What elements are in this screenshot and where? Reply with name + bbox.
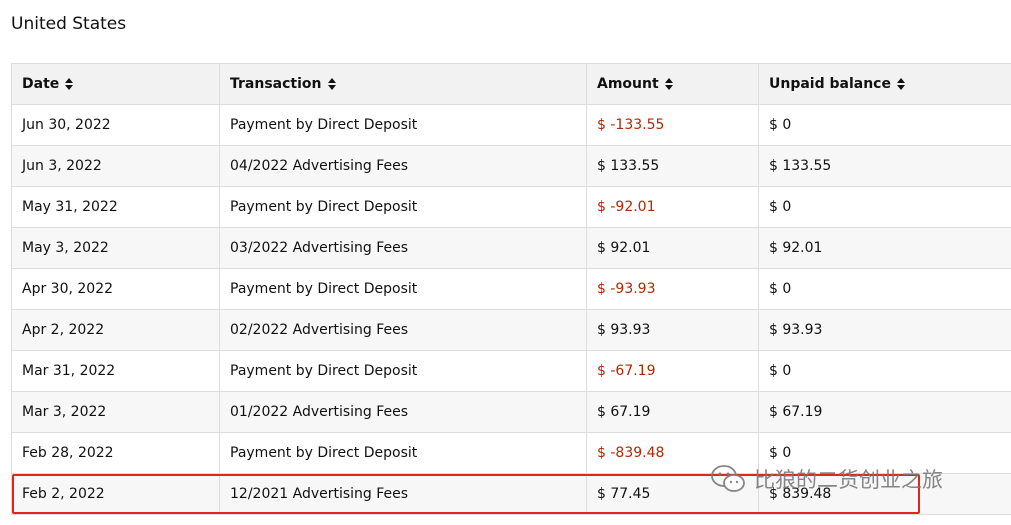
table-row: Jun 3, 2022 04/2022 Advertising Fees $ 133… bbox=[11, 145, 1011, 187]
column-header-amount[interactable]: Amount bbox=[586, 63, 759, 105]
sort-icon[interactable] bbox=[664, 78, 673, 90]
cell-transaction: Payment by Direct Deposit bbox=[219, 104, 587, 146]
cell-date: Jun 3, 2022 bbox=[11, 145, 220, 187]
table-row: Mar 31, 2022 Payment by Direct Deposit $ -… bbox=[11, 350, 1011, 392]
sort-icon[interactable] bbox=[327, 78, 336, 90]
table-row: May 31, 2022 Payment by Direct Deposit $ -… bbox=[11, 186, 1011, 228]
cell-amount: $ -67.19 bbox=[586, 350, 759, 392]
cell-amount: $ 133.55 bbox=[586, 145, 759, 187]
cell-amount: $ 77.45 bbox=[586, 473, 759, 515]
cell-unpaid-balance: $ 0 bbox=[758, 350, 1011, 392]
sort-icon[interactable] bbox=[65, 78, 74, 90]
cell-date: May 31, 2022 bbox=[11, 186, 220, 228]
cell-unpaid-balance: $ 0 bbox=[758, 104, 1011, 146]
cell-transaction: Payment by Direct Deposit bbox=[219, 432, 587, 474]
cell-date: Mar 3, 2022 bbox=[11, 391, 220, 433]
cell-transaction: Payment by Direct Deposit bbox=[219, 268, 587, 310]
cell-date: Feb 28, 2022 bbox=[11, 432, 220, 474]
cell-date: Apr 30, 2022 bbox=[11, 268, 220, 310]
table-row: Mar 3, 2022 01/2022 Advertising Fees $ 67.… bbox=[11, 391, 1011, 433]
table-row: Apr 2, 2022 02/2022 Advertising Fees $ 93.… bbox=[11, 309, 1011, 351]
table-row: Jun 30, 2022 Payment by Direct Deposit $ -… bbox=[11, 104, 1011, 146]
cell-transaction: 03/2022 Advertising Fees bbox=[219, 227, 587, 269]
cell-amount: $ 93.93 bbox=[586, 309, 759, 351]
cell-unpaid-balance: $ 0 bbox=[758, 432, 1011, 474]
transactions-table: Date Transaction Amount Unpaid balance J… bbox=[11, 63, 1011, 515]
cell-unpaid-balance: $ 67.19 bbox=[758, 391, 1011, 433]
cell-amount: $ -93.93 bbox=[586, 268, 759, 310]
sort-icon[interactable] bbox=[896, 78, 905, 90]
table-row: Feb 28, 2022 Payment by Direct Deposit $ -… bbox=[11, 432, 1011, 474]
cell-transaction: Payment by Direct Deposit bbox=[219, 186, 587, 228]
table-row: May 3, 2022 03/2022 Advertising Fees $ 92.… bbox=[11, 227, 1011, 269]
cell-amount: $ 67.19 bbox=[586, 391, 759, 433]
cell-transaction: 02/2022 Advertising Fees bbox=[219, 309, 587, 351]
cell-amount: $ 92.01 bbox=[586, 227, 759, 269]
column-header-transaction[interactable]: Transaction bbox=[219, 63, 587, 105]
cell-date: Feb 2, 2022 bbox=[11, 473, 220, 515]
cell-unpaid-balance: $ 93.93 bbox=[758, 309, 1011, 351]
region-title: United States bbox=[11, 14, 127, 34]
cell-unpaid-balance: $ 92.01 bbox=[758, 227, 1011, 269]
cell-unpaid-balance: $ 839.48 bbox=[758, 473, 1011, 515]
cell-transaction: Payment by Direct Deposit bbox=[219, 350, 587, 392]
cell-transaction: 01/2022 Advertising Fees bbox=[219, 391, 587, 433]
cell-amount: $ -133.55 bbox=[586, 104, 759, 146]
cell-unpaid-balance: $ 133.55 bbox=[758, 145, 1011, 187]
cell-date: Mar 31, 2022 bbox=[11, 350, 220, 392]
cell-unpaid-balance: $ 0 bbox=[758, 268, 1011, 310]
column-header-date[interactable]: Date bbox=[11, 63, 220, 105]
cell-transaction: 12/2021 Advertising Fees bbox=[219, 473, 587, 515]
table-header-row: Date Transaction Amount Unpaid balance bbox=[11, 63, 1011, 105]
cell-date: Jun 30, 2022 bbox=[11, 104, 220, 146]
cell-amount: $ -92.01 bbox=[586, 186, 759, 228]
cell-date: May 3, 2022 bbox=[11, 227, 220, 269]
cell-date: Apr 2, 2022 bbox=[11, 309, 220, 351]
cell-amount: $ -839.48 bbox=[586, 432, 759, 474]
cell-transaction: 04/2022 Advertising Fees bbox=[219, 145, 587, 187]
table-row: Apr 30, 2022 Payment by Direct Deposit $ -… bbox=[11, 268, 1011, 310]
table-row: Feb 2, 2022 12/2021 Advertising Fees $ 77.… bbox=[11, 473, 1011, 515]
cell-unpaid-balance: $ 0 bbox=[758, 186, 1011, 228]
column-header-unpaid-balance[interactable]: Unpaid balance bbox=[758, 63, 1011, 105]
